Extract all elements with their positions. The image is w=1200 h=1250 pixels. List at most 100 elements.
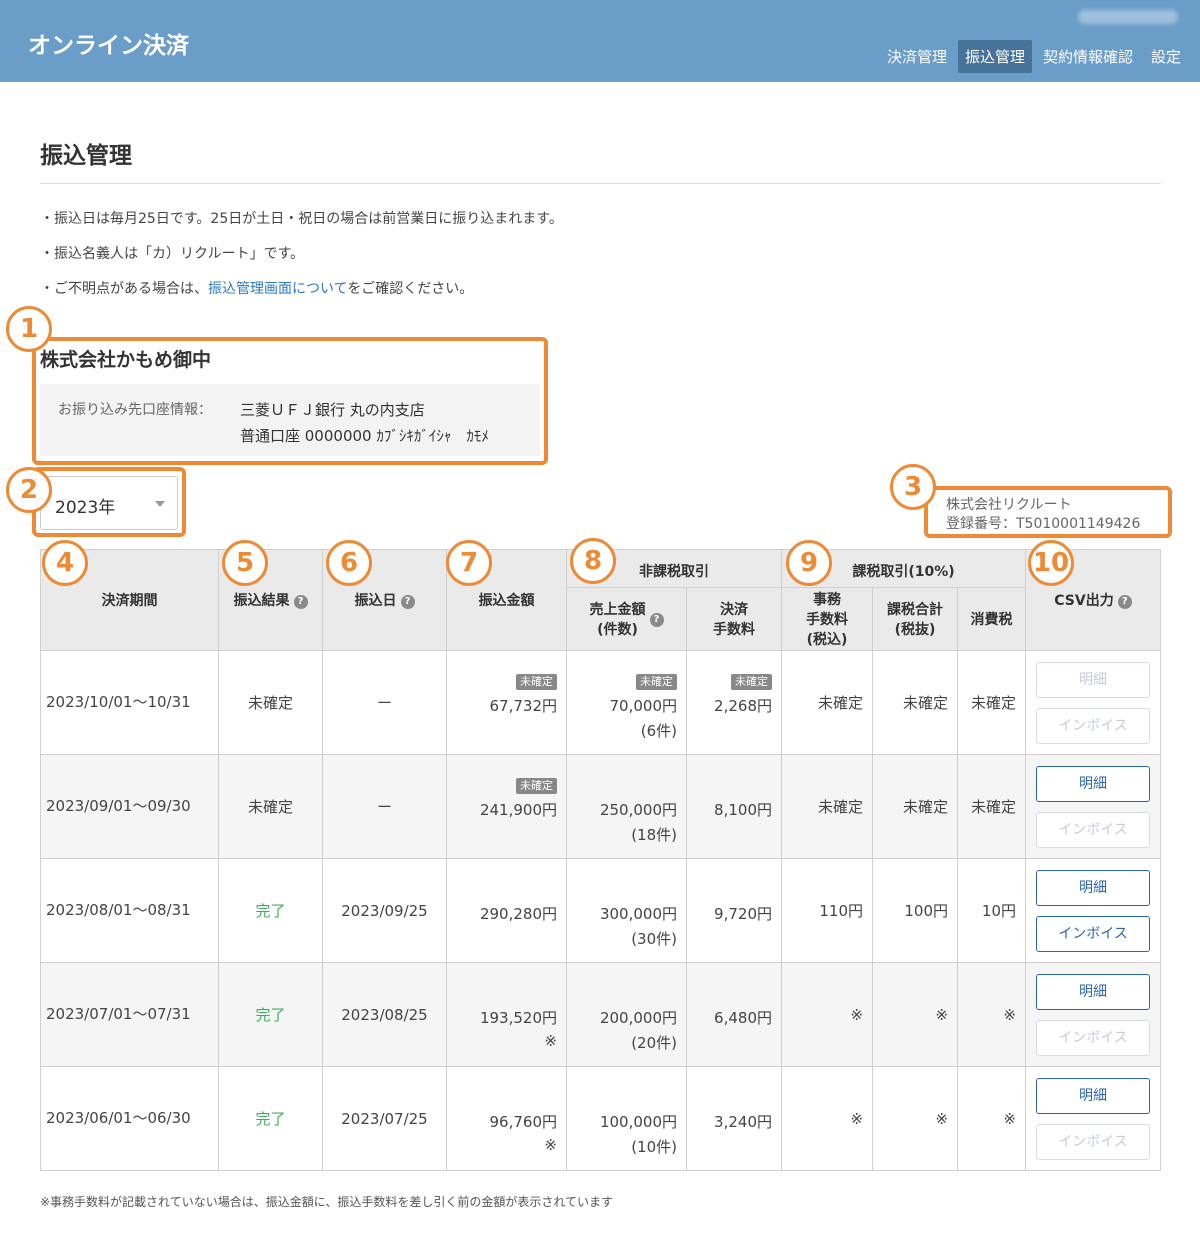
- help-icon[interactable]: ?: [293, 595, 308, 609]
- footnote: ※事務手数料が記載されていない場合は、振込金額に、振込手数料を差し引く前の金額が…: [40, 1195, 613, 1209]
- cell-sales: 未確定 70,000円 (6件): [566, 650, 687, 755]
- cell-consumption-tax: 10円: [957, 858, 1026, 963]
- cell-date: 2023/08/25: [322, 962, 447, 1067]
- col-result-label: 振込結果: [233, 593, 290, 609]
- cell-amount: 未確定 241,900円: [446, 754, 567, 859]
- cell-result: 完了: [218, 1066, 323, 1171]
- cell-tax-total: ※: [872, 1066, 958, 1171]
- nav-transfer-management[interactable]: 振込管理: [957, 40, 1032, 73]
- cell-date: ー: [322, 650, 447, 755]
- detail-button[interactable]: 明細: [1036, 765, 1150, 802]
- pending-tag: 未確定: [516, 778, 557, 794]
- note-help-prefix: ・ご不明点がある場合は、: [40, 281, 208, 297]
- col-sales-count-label: (件数): [597, 622, 638, 638]
- pending-tag: 未確定: [636, 674, 677, 690]
- col-tax-total-label: 課税合計: [887, 602, 943, 618]
- cell-result: 完了: [218, 858, 323, 963]
- callout-badge-1: 1: [6, 306, 52, 352]
- cell-result: 完了: [218, 962, 323, 1067]
- title-divider: [40, 183, 1161, 184]
- amount-value: 290,280円: [479, 905, 557, 923]
- col-office-fee: 事務 手数料 (税込): [781, 587, 873, 651]
- cell-tax-total: 未確定: [872, 650, 958, 755]
- cell-sales: 300,000円 (30件): [566, 858, 687, 963]
- cell-amount: 193,520円 ※: [446, 962, 567, 1067]
- callout-badge-4: 4: [42, 540, 88, 586]
- sales-count: (10件): [631, 1138, 677, 1156]
- cell-tax-total: ※: [872, 962, 958, 1067]
- cell-fee: 6,480円: [686, 962, 782, 1067]
- detail-button[interactable]: 明細: [1036, 1077, 1150, 1114]
- note-help: ・ご不明点がある場合は、振込管理画面についてをご確認ください。: [40, 278, 563, 313]
- fee-value: 9,720円: [714, 905, 772, 923]
- nav-payment-management[interactable]: 決済管理: [880, 40, 954, 73]
- app-title: オンライン決済: [28, 33, 189, 59]
- cell-sales: 200,000円 (20件): [566, 962, 687, 1067]
- cell-fee: 8,100円: [686, 754, 782, 859]
- callout-box-year: [32, 467, 186, 537]
- note-transfer-name: ・振込名義人は「カ）リクルート」です。: [40, 246, 305, 262]
- nav-settings[interactable]: 設定: [1144, 40, 1188, 73]
- cell-period: 2023/07/01〜07/31: [40, 962, 219, 1067]
- help-link[interactable]: 振込管理画面について: [208, 281, 347, 297]
- cell-date: ー: [322, 754, 447, 859]
- cell-period: 2023/10/01〜10/31: [40, 650, 219, 755]
- fee-value: 8,100円: [714, 801, 772, 819]
- detail-button[interactable]: 明細: [1036, 973, 1150, 1010]
- invoice-button[interactable]: インボイス: [1036, 1123, 1150, 1160]
- detail-button[interactable]: 明細: [1036, 869, 1150, 906]
- help-icon[interactable]: ?: [1117, 595, 1132, 609]
- cell-fee: 9,720円: [686, 858, 782, 963]
- amount-note: ※: [544, 1136, 557, 1154]
- user-name-blurred[interactable]: [1078, 10, 1178, 24]
- cell-result: 未確定: [218, 650, 323, 755]
- cell-amount: 290,280円: [446, 858, 567, 963]
- fee-value: 2,268円: [714, 697, 772, 715]
- cell-period: 2023/08/01〜08/31: [40, 858, 219, 963]
- invoice-button[interactable]: インボイス: [1036, 707, 1150, 744]
- nav-contract-info[interactable]: 契約情報確認: [1036, 40, 1140, 73]
- cell-amount: 未確定 67,732円: [446, 650, 567, 755]
- cell-sales: 250,000円 (18件): [566, 754, 687, 859]
- cell-fee: 未確定 2,268円: [686, 650, 782, 755]
- col-date-label: 振込日: [354, 593, 397, 609]
- cell-consumption-tax: 未確定: [957, 650, 1026, 755]
- sales-value: 200,000円: [599, 1009, 677, 1027]
- pending-tag: 未確定: [516, 674, 557, 690]
- detail-button[interactable]: 明細: [1036, 661, 1150, 698]
- col-fee-label2: 手数料: [713, 622, 755, 638]
- col-sales: 売上金額 (件数)?: [566, 587, 687, 651]
- callout-badge-10: 10: [1028, 540, 1074, 586]
- callout-badge-9: 9: [786, 540, 832, 586]
- sales-count: (30件): [631, 930, 677, 948]
- amount-value: 241,900円: [479, 801, 557, 819]
- sales-value: 100,000円: [599, 1113, 677, 1131]
- table-row: 2023/07/01〜07/31 完了 2023/08/25 193,520円 …: [40, 962, 1161, 1067]
- callout-box-account: [32, 337, 548, 465]
- table-row: 2023/08/01〜08/31 完了 2023/09/25 290,280円 …: [40, 858, 1161, 963]
- cell-period: 2023/06/01〜06/30: [40, 1066, 219, 1171]
- cell-csv: 明細 インボイス: [1025, 754, 1161, 859]
- col-fee-label: 決済: [720, 602, 748, 618]
- cell-tax-total: 未確定: [872, 754, 958, 859]
- cell-amount: 96,760円 ※: [446, 1066, 567, 1171]
- callout-badge-3: 3: [890, 464, 936, 510]
- cell-office-fee: 未確定: [781, 650, 873, 755]
- fee-value: 3,240円: [714, 1113, 772, 1131]
- help-icon[interactable]: ?: [400, 595, 415, 609]
- sales-count: (20件): [631, 1034, 677, 1052]
- notes: ・振込日は毎月25日です。25日が土日・祝日の場合は前営業日に振り込まれます。 …: [40, 208, 563, 313]
- cell-office-fee: ※: [781, 962, 873, 1067]
- col-tax-total: 課税合計 (税抜): [872, 587, 958, 651]
- invoice-button[interactable]: インボイス: [1036, 811, 1150, 848]
- col-office-fee-label2: 手数料: [806, 612, 848, 628]
- amount-value: 67,732円: [489, 697, 558, 715]
- cell-office-fee: 未確定: [781, 754, 873, 859]
- invoice-button[interactable]: インボイス: [1036, 1019, 1150, 1056]
- callout-badge-7: 7: [446, 540, 492, 586]
- col-csv-label: CSV出力: [1054, 593, 1114, 609]
- cell-csv: 明細 インボイス: [1025, 1066, 1161, 1171]
- invoice-button[interactable]: インボイス: [1036, 915, 1150, 952]
- help-icon[interactable]: ?: [649, 613, 664, 627]
- pending-tag: 未確定: [731, 674, 772, 690]
